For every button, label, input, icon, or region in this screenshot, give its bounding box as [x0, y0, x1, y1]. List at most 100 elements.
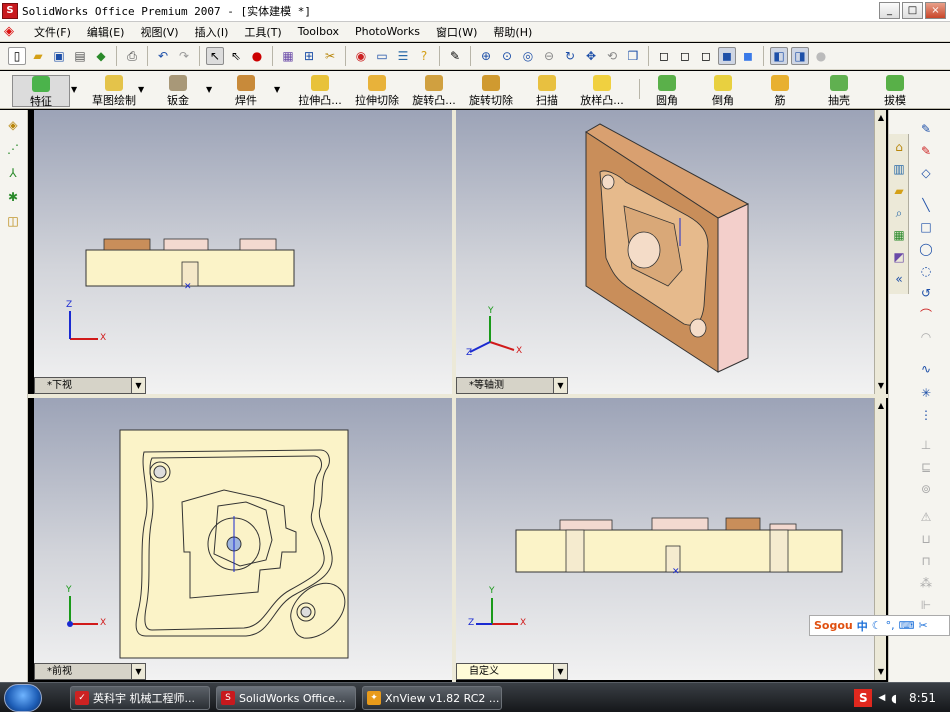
help-icon[interactable]: ?: [415, 47, 433, 65]
home-icon[interactable]: ⌂: [890, 138, 908, 156]
point-icon[interactable]: ✳: [917, 384, 935, 402]
menu-file[interactable]: 文件(F): [26, 24, 79, 40]
circle-icon[interactable]: ◯: [917, 240, 935, 258]
scroll-up-icon[interactable]: ▲: [875, 112, 886, 124]
palette-icon[interactable]: ▦: [890, 226, 908, 244]
convert-entities-icon[interactable]: ⊔: [917, 530, 935, 548]
file-explorer-icon[interactable]: ▰: [890, 182, 908, 200]
component-icon[interactable]: ◉: [352, 47, 370, 65]
zoom-in-out-icon[interactable]: ⊖: [540, 47, 558, 65]
menu-photoworks[interactable]: PhotoWorks: [347, 25, 428, 38]
taskbar-item-xnview[interactable]: ✦ XnView v1.82 RC2 ...: [362, 686, 502, 710]
chevron-down-icon[interactable]: ▼: [553, 378, 567, 393]
chevron-down-icon[interactable]: ▼: [131, 664, 145, 679]
taskbar-item-solidworks[interactable]: S SolidWorks Office...: [216, 686, 356, 710]
scroll-down-icon[interactable]: ▼: [875, 666, 886, 678]
draft-button[interactable]: 拔模: [878, 75, 912, 107]
measure-icon[interactable]: ✂: [321, 47, 339, 65]
sweep-button[interactable]: 扫描: [530, 75, 564, 107]
select-icon[interactable]: ↖: [206, 47, 224, 65]
mirror-icon[interactable]: ⊥: [917, 436, 935, 454]
view-orientation-icon[interactable]: ❒: [624, 47, 642, 65]
hidden-lines-visible-icon[interactable]: ◻: [676, 47, 694, 65]
render-icon[interactable]: ●: [812, 47, 830, 65]
wireframe-icon[interactable]: ◻: [655, 47, 673, 65]
print-preview-icon[interactable]: ⎙: [123, 47, 141, 65]
keyboard-icon[interactable]: ⌨: [899, 619, 915, 632]
feature-tab-sketch[interactable]: 草图绘制: [82, 75, 146, 107]
sketch-tool-icon[interactable]: ✎: [446, 47, 464, 65]
zoom-area-icon[interactable]: ◎: [519, 47, 537, 65]
options-icon[interactable]: ☰: [394, 47, 412, 65]
ime-status-bar[interactable]: Sogou 中 ☾ °, ⌨ ✂: [809, 615, 950, 636]
rebuild-icon[interactable]: ◆: [92, 47, 110, 65]
shell-button[interactable]: 抽壳: [822, 75, 856, 107]
collapse-icon[interactable]: «: [890, 270, 908, 288]
coordinate-system-icon[interactable]: ⅄: [4, 164, 22, 182]
tools-icon[interactable]: ✂: [919, 619, 928, 632]
search-icon[interactable]: ⌕: [890, 204, 908, 222]
clock[interactable]: 8:51: [909, 691, 936, 705]
scroll-up-icon[interactable]: ▲: [875, 400, 886, 412]
volume-icon[interactable]: ◖: [891, 692, 897, 705]
chevron-down-icon[interactable]: ▼: [138, 85, 144, 94]
feature-tab-weldments[interactable]: 焊件: [226, 75, 266, 107]
viewport-custom-view[interactable]: ✕ Y X Z 自定义 ▼ ▲ ▼: [456, 398, 886, 680]
shadows-icon[interactable]: ◧: [770, 47, 788, 65]
trim-icon[interactable]: ⊚: [917, 480, 935, 498]
revolved-boss-button[interactable]: 旋转凸...: [406, 75, 462, 107]
minimize-button[interactable]: _: [879, 2, 900, 19]
select-filter-icon[interactable]: ⇖: [227, 47, 245, 65]
menu-edit[interactable]: 编辑(E): [79, 24, 133, 40]
rotate-icon[interactable]: ↻: [561, 47, 579, 65]
shaded-edges-icon[interactable]: ◼: [718, 47, 736, 65]
move-icon[interactable]: ⊩: [917, 596, 935, 614]
new-icon[interactable]: ▯: [8, 47, 26, 65]
punctuation-icon[interactable]: °,: [886, 619, 895, 632]
mate-reference-icon[interactable]: ◫: [4, 212, 22, 230]
3d-sketch-icon[interactable]: ✎: [917, 142, 935, 160]
scroll-down-icon[interactable]: ▼: [875, 380, 886, 392]
previous-view-icon[interactable]: ⟲: [603, 47, 621, 65]
offset-icon[interactable]: ⊑: [917, 458, 935, 476]
menu-window[interactable]: 窗口(W): [428, 24, 485, 40]
close-button[interactable]: ×: [925, 2, 946, 19]
linear-pattern-icon[interactable]: ⊓: [917, 552, 935, 570]
viewport-vertical-splitter[interactable]: [452, 110, 456, 682]
rectangle-icon[interactable]: □: [917, 218, 935, 236]
smart-dimension-icon[interactable]: ◇: [917, 164, 935, 182]
viewport-bottom-view[interactable]: ✕ Z X *下视 ▼: [34, 110, 452, 394]
perspective-icon[interactable]: ◨: [791, 47, 809, 65]
line-icon[interactable]: ╲: [917, 196, 935, 214]
revolved-cut-button[interactable]: 旋转切除: [466, 75, 516, 107]
centerline-icon[interactable]: ⋮: [917, 406, 935, 424]
print-icon[interactable]: ▤: [71, 47, 89, 65]
three-point-arc-icon[interactable]: ⌒: [917, 306, 935, 324]
menu-view[interactable]: 视图(V): [132, 24, 186, 40]
viewport-horizontal-splitter[interactable]: [28, 394, 888, 398]
centerpoint-arc-icon[interactable]: ◌: [917, 262, 935, 280]
pan-icon[interactable]: ✥: [582, 47, 600, 65]
extruded-cut-button[interactable]: 拉伸切除: [352, 75, 402, 107]
sketch-icon[interactable]: ✎: [917, 120, 935, 138]
feature-tab-features[interactable]: 特征: [12, 75, 70, 108]
grid-icon[interactable]: ▦: [279, 47, 297, 65]
ime-mode[interactable]: 中: [857, 618, 868, 634]
view-name-dropdown[interactable]: 自定义 ▼: [456, 663, 568, 680]
chevron-down-icon[interactable]: ▼: [274, 85, 280, 94]
open-icon[interactable]: ▰: [29, 47, 47, 65]
feature-tab-sheetmetal[interactable]: 钣金: [158, 75, 198, 107]
menu-toolbox[interactable]: Toolbox: [290, 25, 347, 38]
chevron-down-icon[interactable]: ▼: [206, 85, 212, 94]
loft-button[interactable]: 放样凸...: [574, 75, 630, 107]
menu-help[interactable]: 帮助(H): [485, 24, 540, 40]
display-style-icon[interactable]: ◼: [739, 47, 757, 65]
zoom-icon[interactable]: ⊕: [477, 47, 495, 65]
chevron-down-icon[interactable]: ▼: [553, 664, 567, 679]
chevron-down-icon[interactable]: ▼: [131, 378, 145, 393]
hidden-lines-removed-icon[interactable]: ◻: [697, 47, 715, 65]
redo-icon[interactable]: ↷: [175, 47, 193, 65]
sogou-tray-icon[interactable]: S: [854, 689, 873, 707]
extend-icon[interactable]: ⚠: [917, 508, 935, 526]
view-name-dropdown[interactable]: *等轴测 ▼: [456, 377, 568, 394]
